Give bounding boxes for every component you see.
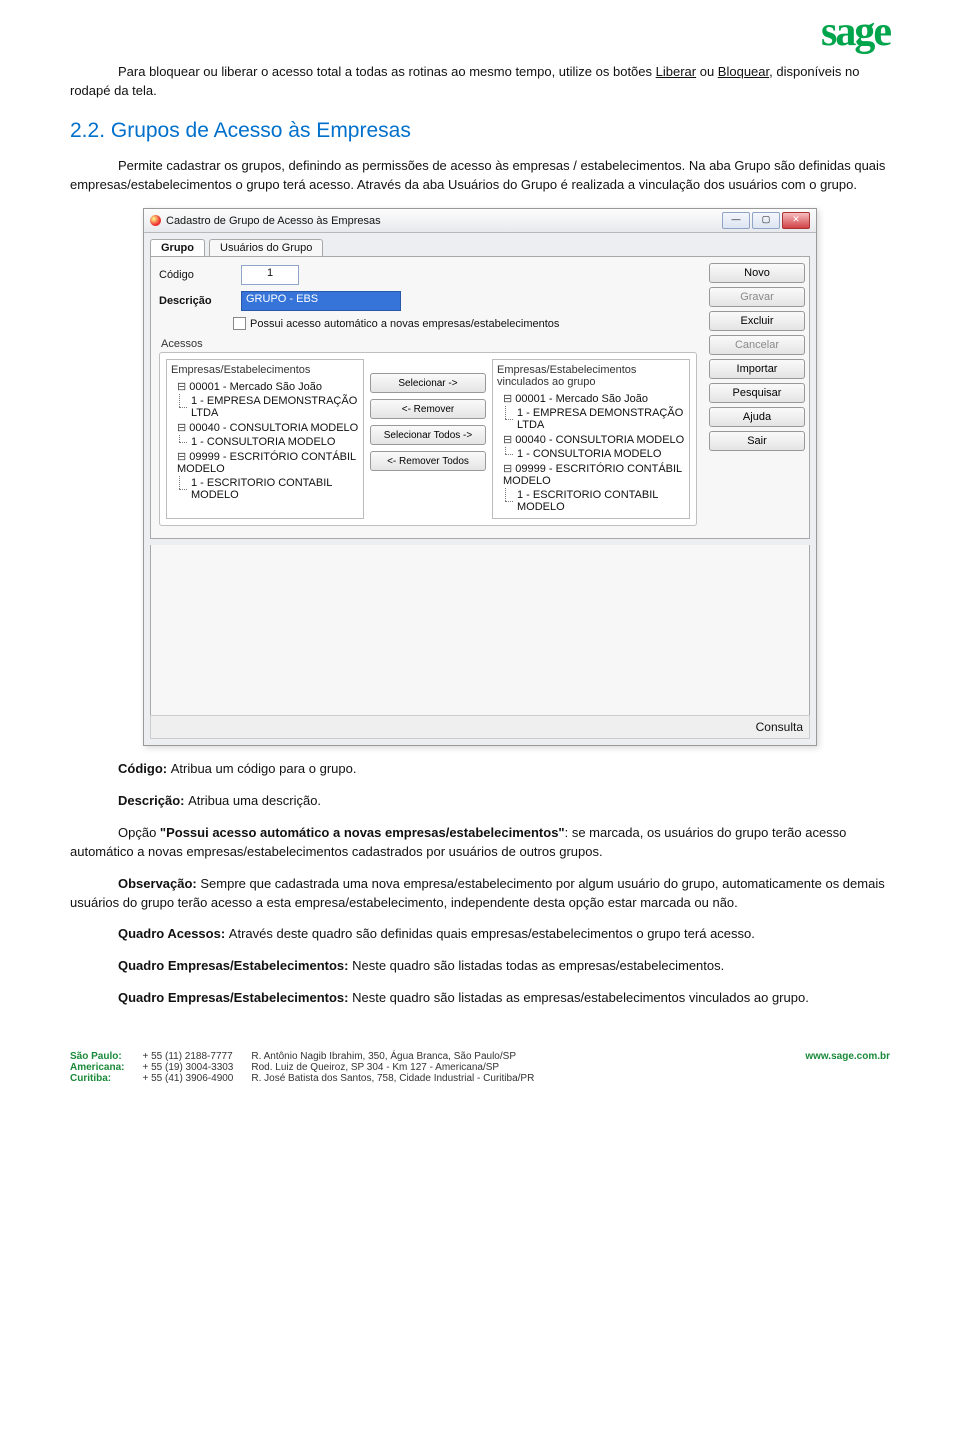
window-title: Cadastro de Grupo de Acesso às Empresas [166, 215, 381, 227]
status-bar: Consulta [150, 715, 810, 739]
field-codigo[interactable]: 1 [241, 265, 299, 285]
btn-novo[interactable]: Novo [709, 263, 805, 283]
label-codigo: Código [159, 269, 231, 281]
btn-selecionar-todos[interactable]: Selecionar Todos -> [370, 425, 486, 445]
tab-grupo[interactable]: Grupo [150, 239, 205, 256]
btn-cancelar[interactable]: Cancelar [709, 335, 805, 355]
btn-ajuda[interactable]: Ajuda [709, 407, 805, 427]
para-descricao: Descrição: Atribua uma descrição. [70, 792, 890, 811]
field-descricao[interactable]: GRUPO - EBS [241, 291, 401, 311]
para-quadro-emp1: Quadro Empresas/Estabelecimentos: Neste … [70, 957, 890, 976]
para-opcao: Opção "Possui acesso automático a novas … [70, 824, 890, 862]
tree-vinculados[interactable]: Empresas/Estabelecimentos vinculados ao … [492, 359, 690, 519]
screenshot-window: Cadastro de Grupo de Acesso às Empresas … [143, 208, 817, 746]
tree-vinculados-header: Empresas/Estabelecimentos vinculados ao … [497, 364, 685, 388]
para-2: Permite cadastrar os grupos, definindo a… [70, 157, 890, 195]
section-heading: 2.2. Grupos de Acesso às Empresas [70, 119, 890, 143]
label-auto-acesso: Possui acesso automático a novas empresa… [250, 318, 559, 330]
para-1: Para bloquear ou liberar o acesso total … [70, 63, 890, 101]
sage-logo: sage [821, 8, 890, 56]
para-codigo: Código: Atribua um código para o grupo. [70, 760, 890, 779]
btn-importar[interactable]: Importar [709, 359, 805, 379]
tab-usuarios[interactable]: Usuários do Grupo [209, 239, 323, 256]
tree-empresas[interactable]: Empresas/Estabelecimentos 00001 - Mercad… [166, 359, 364, 519]
fieldset-legend: Acessos [161, 338, 697, 350]
window-icon [150, 215, 161, 226]
tree-node[interactable]: 00040 - CONSULTORIA MODELO [171, 420, 359, 435]
btn-selecionar[interactable]: Selecionar -> [370, 373, 486, 393]
close-button[interactable]: ✕ [782, 212, 810, 229]
tree-child[interactable]: 1 - ESCRITORIO CONTABIL MODELO [171, 476, 359, 502]
tree-node[interactable]: 09999 - ESCRITÓRIO CONTÁBIL MODELO [171, 449, 359, 476]
window-titlebar: Cadastro de Grupo de Acesso às Empresas … [144, 209, 816, 233]
checkbox-auto-acesso[interactable] [233, 317, 246, 330]
tree-child[interactable]: 1 - EMPRESA DEMONSTRAÇÃO LTDA [171, 394, 359, 420]
maximize-button[interactable]: ▢ [752, 212, 780, 229]
tree-child[interactable]: 1 - ESCRITORIO CONTABIL MODELO [497, 488, 685, 514]
tree-node[interactable]: 00001 - Mercado São João [171, 379, 359, 394]
tree-child[interactable]: 1 - CONSULTORIA MODELO [497, 447, 685, 461]
btn-pesquisar[interactable]: Pesquisar [709, 383, 805, 403]
tree-child[interactable]: 1 - EMPRESA DEMONSTRAÇÃO LTDA [497, 406, 685, 432]
tree-node[interactable]: 00001 - Mercado São João [497, 391, 685, 406]
tree-child[interactable]: 1 - CONSULTORIA MODELO [171, 435, 359, 449]
para-quadro-acessos: Quadro Acessos: Através deste quadro são… [70, 925, 890, 944]
para-quadro-emp2: Quadro Empresas/Estabelecimentos: Neste … [70, 989, 890, 1008]
btn-remover[interactable]: <- Remover [370, 399, 486, 419]
tree-empresas-header: Empresas/Estabelecimentos [171, 364, 359, 376]
btn-sair[interactable]: Sair [709, 431, 805, 451]
tree-node[interactable]: 00040 - CONSULTORIA MODELO [497, 432, 685, 447]
btn-gravar[interactable]: Gravar [709, 287, 805, 307]
label-descricao: Descrição [159, 295, 231, 307]
btn-excluir[interactable]: Excluir [709, 311, 805, 331]
tree-node[interactable]: 09999 - ESCRITÓRIO CONTÁBIL MODELO [497, 461, 685, 488]
page-footer: São Paulo: Americana: Curitiba: + 55 (11… [0, 1041, 960, 1104]
btn-remover-todos[interactable]: <- Remover Todos [370, 451, 486, 471]
minimize-button[interactable]: — [722, 212, 750, 229]
para-obs: Observação: Sempre que cadastrada uma no… [70, 875, 890, 913]
